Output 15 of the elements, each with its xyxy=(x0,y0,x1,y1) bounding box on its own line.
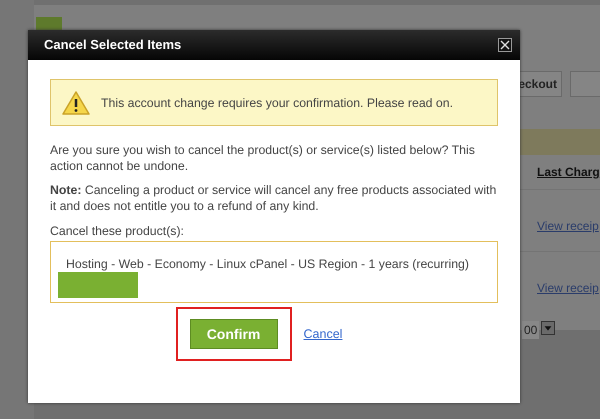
column-header[interactable]: Last Charg xyxy=(537,165,600,179)
alert-text: This account change requires your confirmation. Please read on. xyxy=(101,94,454,110)
receipt-link[interactable]: View receip xyxy=(537,281,599,295)
note-text: Note: Canceling a product or service will cancel any free products associated with it and does not entitle you to a refund of any kind. xyxy=(50,182,498,214)
dropdown-icon[interactable] xyxy=(541,321,556,335)
question-text: Are you sure you wish to cancel the product(s) or service(s) listed below? This action cannot be undone. xyxy=(50,142,476,174)
dialog-title: Cancel Selected Items xyxy=(44,36,182,54)
confirm-button[interactable]: Confirm xyxy=(190,319,278,349)
receipt-link[interactable]: View receip xyxy=(537,219,599,233)
product-item: Hosting - Web - Economy - Linux cPanel - US Region - 1 years (recurring) xyxy=(66,256,470,272)
list-label: Cancel these product(s): xyxy=(50,223,185,239)
per-page-select[interactable]: 00 xyxy=(522,321,540,339)
cancel-link[interactable]: Cancel xyxy=(304,326,342,342)
warning-icon xyxy=(61,90,91,116)
close-button[interactable] xyxy=(498,38,512,52)
